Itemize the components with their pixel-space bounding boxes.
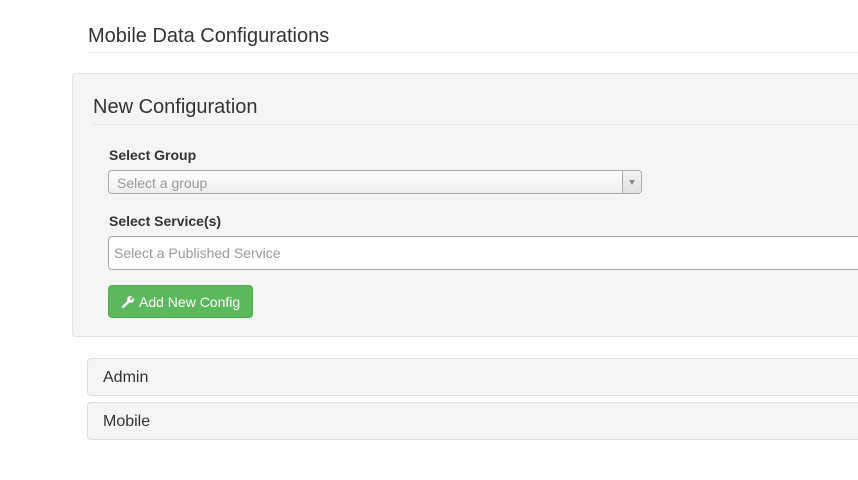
new-configuration-panel: New Configuration Select Group Select a …: [72, 73, 858, 337]
page-title: Mobile Data Configurations: [88, 25, 330, 47]
select-group-label: Select Group: [109, 147, 197, 163]
panel-divider: [92, 124, 858, 125]
select-services-label: Select Service(s): [109, 213, 222, 229]
title-divider: [87, 52, 858, 53]
section-admin-label: Admin: [103, 369, 149, 386]
add-new-config-label: Add New Config: [139, 293, 241, 310]
wrench-icon: [121, 295, 135, 308]
dropdown-arrow-button[interactable]: [622, 171, 641, 193]
select-group-placeholder: Select a group: [117, 175, 208, 191]
caret-down-icon: [629, 180, 635, 185]
select-group-dropdown[interactable]: Select a group: [108, 170, 642, 194]
add-new-config-button[interactable]: Add New Config: [108, 285, 254, 318]
section-mobile[interactable]: Mobile: [87, 402, 858, 440]
page: Mobile Data Configurations New Configura…: [0, 0, 858, 480]
select-services-input[interactable]: [114, 244, 614, 262]
section-admin[interactable]: Admin: [87, 358, 858, 396]
select-services-field[interactable]: [108, 236, 858, 270]
section-mobile-label: Mobile: [103, 413, 151, 430]
panel-title: New Configuration: [93, 96, 258, 118]
